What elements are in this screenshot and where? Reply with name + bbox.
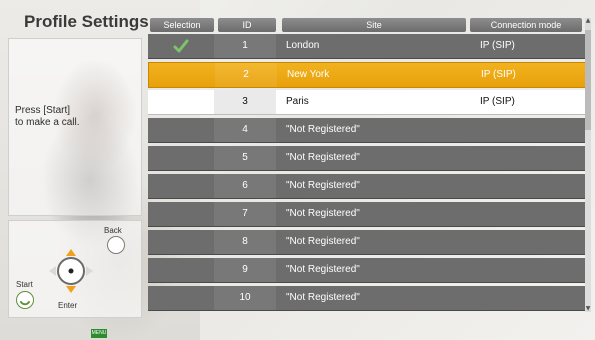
connection-mode-cell: IP (SIP) [481, 69, 516, 80]
connection-mode-cell [480, 230, 580, 254]
selection-cell[interactable] [148, 286, 214, 310]
profile-table: Selection ID Site Connection mode 1 Londo… [148, 16, 587, 316]
site-cell: "Not Registered" [286, 208, 360, 219]
id-cell: 5 [214, 146, 276, 170]
selection-cell[interactable] [149, 63, 215, 87]
page-title: Profile Settings [24, 12, 149, 31]
table-row[interactable]: 9 "Not Registered" [148, 258, 585, 283]
dpad[interactable] [46, 246, 96, 296]
selection-cell[interactable] [148, 146, 214, 170]
header-id: ID [218, 18, 276, 32]
site-cell: New York [287, 69, 330, 80]
arrow-left-icon [49, 266, 56, 276]
table-row[interactable]: 6 "Not Registered" [148, 174, 585, 199]
scrollbar-thumb[interactable] [585, 30, 591, 130]
enter-label: Enter [58, 301, 78, 310]
site-cell: Paris [286, 96, 309, 107]
table-row[interactable]: 4 "Not Registered" [148, 118, 585, 143]
connection-mode-cell: IP (SIP) [480, 40, 515, 51]
dpad-icon [49, 249, 93, 293]
connection-mode-cell [480, 258, 580, 282]
menu-tag: MENU [91, 329, 107, 338]
site-cell: "Not Registered" [286, 180, 360, 191]
table-row[interactable]: 3 Paris IP (SIP) [148, 90, 585, 115]
selection-cell[interactable] [148, 90, 214, 114]
table-row[interactable]: 1 London IP (SIP) [148, 34, 585, 59]
info-line-1: Press [Start] [15, 105, 71, 116]
site-cell: "Not Registered" [286, 292, 360, 303]
table-row[interactable]: 10 "Not Registered" [148, 286, 585, 311]
id-cell: 8 [214, 230, 276, 254]
arrow-right-icon [86, 266, 93, 276]
id-cell: 9 [214, 258, 276, 282]
id-cell: 6 [214, 174, 276, 198]
connection-mode-cell [480, 118, 580, 142]
header-selection: Selection [150, 18, 214, 32]
connection-mode-cell [480, 286, 580, 310]
start-button[interactable] [16, 291, 34, 309]
connection-mode-cell [480, 174, 580, 198]
id-cell: 10 [214, 286, 276, 310]
start-label: Start [16, 280, 33, 289]
id-cell: 4 [214, 118, 276, 142]
connection-mode-cell [480, 146, 580, 170]
selection-cell[interactable] [148, 174, 214, 198]
table-row[interactable]: 7 "Not Registered" [148, 202, 585, 227]
arrow-up-icon [66, 249, 76, 256]
id-cell: 7 [214, 202, 276, 226]
table-header: Selection ID Site Connection mode [148, 16, 585, 34]
table-row[interactable]: 2 New York IP (SIP) [148, 62, 587, 88]
back-label: Back [104, 226, 122, 235]
connection-mode-cell: IP (SIP) [480, 96, 515, 107]
arrow-down-icon [66, 286, 76, 293]
info-text: Press [Start] to make a call. [15, 105, 135, 129]
connection-mode-cell [480, 202, 580, 226]
selection-cell[interactable] [148, 258, 214, 282]
table-row[interactable]: 8 "Not Registered" [148, 230, 585, 255]
id-cell: 3 [214, 90, 276, 114]
phone-icon [20, 301, 30, 306]
header-connection-mode: Connection mode [470, 18, 582, 32]
selection-cell[interactable] [148, 230, 214, 254]
selection-cell[interactable] [148, 202, 214, 226]
check-icon [173, 39, 189, 53]
back-button[interactable] [107, 236, 125, 254]
info-panel: Press [Start] to make a call. [8, 38, 142, 216]
scroll-up-icon[interactable]: ▲ [585, 18, 591, 24]
site-cell: "Not Registered" [286, 124, 360, 135]
selection-cell[interactable] [148, 34, 214, 58]
site-cell: London [286, 40, 320, 51]
id-cell: 2 [215, 63, 277, 87]
header-site: Site [282, 18, 466, 32]
table-row[interactable]: 5 "Not Registered" [148, 146, 585, 171]
selection-cell[interactable] [148, 118, 214, 142]
site-cell: "Not Registered" [286, 152, 360, 163]
scroll-down-icon[interactable]: ▼ [585, 306, 591, 312]
site-cell: "Not Registered" [286, 236, 360, 247]
info-line-2: to make a call. [15, 117, 80, 128]
id-cell: 1 [214, 34, 276, 58]
site-cell: "Not Registered" [286, 264, 360, 275]
